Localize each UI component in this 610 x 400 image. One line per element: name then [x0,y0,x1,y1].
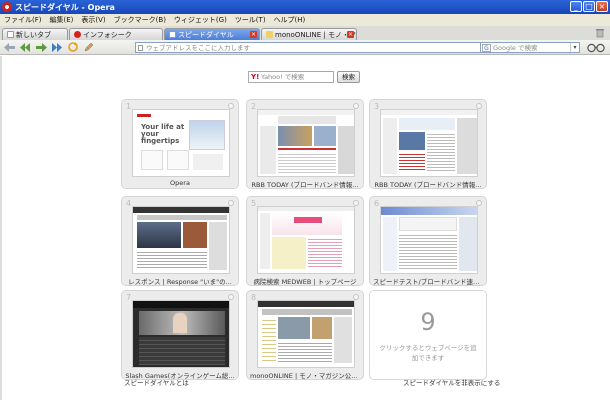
tab-infoseek[interactable]: インフォシーク [69,28,163,40]
doc-icon [169,31,176,38]
edit-button[interactable] [82,41,96,53]
dial-number: 4 [126,199,132,208]
search-input[interactable]: G Google で検索 ▾ [480,42,580,53]
about-speed-dial-link[interactable]: スピードダイヤルとは [124,377,189,387]
back-arrow-icon [3,42,15,52]
close-tab-icon[interactable]: × [347,31,354,38]
dial-label: RBB TODAY (ブロードバンド情報... [251,181,359,189]
tab-new[interactable]: 新しいタブ [2,28,68,40]
menu-help[interactable]: ヘルプ(H) [274,15,306,25]
fast-forward-icon [51,42,62,52]
yahoo-search-placeholder: Yahoo! で検索 [261,73,305,81]
tab-label: スピードダイヤル [178,30,234,39]
menu-bookmarks[interactable]: ブックマーク(B) [114,15,166,25]
maximize-button[interactable]: □ [583,1,595,12]
speed-dial-9-empty[interactable]: 9 クリックするとウェブページを追加できます [369,290,487,380]
reload-button[interactable] [66,41,80,53]
thumb-headline: Your life at your fingertips [141,123,185,145]
dial-number: 7 [126,293,132,302]
dial-label: RBB TODAY (ブロードバンド情報... [374,181,482,189]
tab-mono-online[interactable]: monoONLINE | モノ・マガ... × [261,28,357,40]
speed-dial-8[interactable]: 8 monoONLINE | モノ・マガジン公式... [246,290,364,380]
menu-widgets[interactable]: ウィジェット(G) [174,15,227,25]
hide-speed-dial-link[interactable]: スピードダイヤルを非表示にする [403,377,500,387]
dial-number: 6 [374,199,380,208]
fast-forward-button[interactable] [50,41,64,53]
dial-thumbnail [380,109,478,177]
forward-arrow-icon [35,42,47,52]
speed-dial-1[interactable]: 1 Your life at your fingertips Opera [121,99,239,189]
forward-button[interactable] [34,41,48,53]
rewind-icon [19,42,30,52]
speed-dial-2[interactable]: 2 RBB TODAY (ブロードバンド情報... [246,99,364,189]
dial-label: Opera [170,179,190,187]
tab-speed-dial[interactable]: スピードダイヤル × [164,28,260,40]
title-bar: スピードダイヤル - Opera _ □ × [0,0,610,14]
menu-edit[interactable]: 編集(E) [50,15,74,25]
binoculars-icon[interactable] [587,43,605,53]
dial-thumbnail: Your life at your fingertips [132,109,230,177]
speed-dial-7[interactable]: 7 Slash Games(オンラインゲーム総... [121,290,239,380]
address-toolbar: ウェブアドレスをここに入力します ▾ G Google で検索 ▾ [0,40,610,55]
opera-icon [74,31,81,38]
empty-dial-hint: クリックするとウェブページを追加できます [379,344,477,362]
dial-thumbnail [257,300,355,368]
menu-file[interactable]: ファイル(F) [4,15,42,25]
menu-bar: ファイル(F) 編集(E) 表示(V) ブックマーク(B) ウィジェット(G) … [0,14,610,26]
speed-dial-page: Y! Yahoo! で検索 検索 1 Your life at your fin… [0,56,610,400]
dial-number: 5 [251,199,257,208]
dial-number: 8 [251,293,257,302]
menu-tools[interactable]: ツール(T) [235,15,266,25]
menu-view[interactable]: 表示(V) [81,15,105,25]
tab-label: monoONLINE | モノ・マガ... [275,30,356,39]
speed-dial-5[interactable]: 5 病院検索 MEDWEB | トップページ [246,196,364,286]
dial-number: 1 [126,102,132,111]
dial-thumbnail [132,206,230,274]
reload-icon [68,42,78,52]
yahoo-search-bar: Y! Yahoo! で検索 検索 [248,71,360,83]
dial-thumbnail [380,206,478,274]
opera-logo-icon [2,2,12,12]
dial-label: monoONLINE | モノ・マガジン公式... [250,372,360,380]
dial-thumbnail [132,300,230,368]
window-title: スピードダイヤル - Opera [15,2,115,12]
page-icon [138,45,143,51]
dial-label: 病院検索 MEDWEB | トップページ [253,278,357,286]
address-placeholder: ウェブアドレスをここに入力します [146,44,250,52]
address-input[interactable]: ウェブアドレスをここに入力します ▾ [135,42,505,53]
dial-thumbnail [257,109,355,177]
google-icon[interactable]: G [482,44,491,52]
speed-dial-4[interactable]: 4 レスポンス | Response "いま"の... [121,196,239,286]
dial-label: スピードテスト/ブロードバンド速度... [373,278,483,286]
dial-number: 2 [251,102,257,111]
speed-dial-6[interactable]: 6 スピードテスト/ブロードバンド速度... [369,196,487,286]
chevron-down-icon[interactable]: ▾ [570,43,579,52]
minimize-button[interactable]: _ [570,1,582,12]
dial-number: 3 [374,102,380,111]
yahoo-search-button[interactable]: 検索 [337,71,360,83]
tab-label: インフォシーク [83,30,132,39]
back-button[interactable] [2,41,16,53]
pencil-icon [84,42,94,52]
dial-label: レスポンス | Response "いま"の... [128,278,232,286]
close-window-button[interactable]: × [596,1,608,12]
rewind-button[interactable] [18,41,32,53]
search-placeholder: Google で検索 [493,44,538,52]
note-icon [266,31,273,38]
close-tab-icon[interactable]: × [250,31,257,38]
empty-dial-number: 9 [420,308,436,336]
dial-thumbnail [257,206,355,274]
speed-dial-3[interactable]: 3 RBB TODAY (ブロードバンド情報... [369,99,487,189]
doc-icon [7,31,14,38]
tab-label: 新しいタブ [16,30,51,39]
tab-bar: 新しいタブ インフォシーク スピードダイヤル × monoONLINE | モノ… [0,26,610,40]
trash-icon[interactable] [596,28,604,38]
yahoo-search-input[interactable]: Y! Yahoo! で検索 [248,71,334,83]
yahoo-logo-icon: Y! [251,73,260,81]
